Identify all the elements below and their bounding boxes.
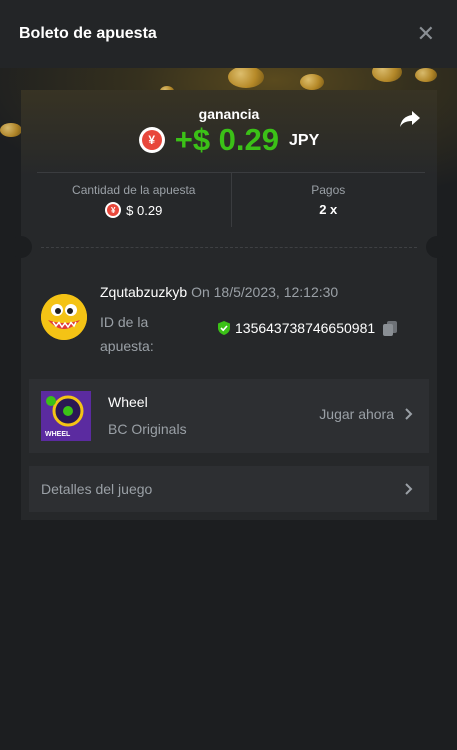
bet-stats: Cantidad de la apuesta ¥ $ 0.29 Pagos 2 … xyxy=(37,172,425,227)
close-icon[interactable]: ✕ xyxy=(417,23,435,45)
payout-stat: Pagos 2 x xyxy=(230,173,426,227)
bet-id-row: 135643738746650981 xyxy=(217,320,398,336)
avatar xyxy=(41,294,87,340)
ticket-notch-left xyxy=(10,236,32,258)
play-now-label: Jugar ahora xyxy=(319,406,394,422)
header-bar: Boleto de apuesta ✕ xyxy=(0,0,457,68)
game-thumb-label: WHEEL xyxy=(45,431,71,438)
username[interactable]: Zqutabzuzkyb xyxy=(100,284,187,300)
payout-value: 2 x xyxy=(319,202,338,217)
page-title: Boleto de apuesta xyxy=(19,25,157,42)
game-provider: BC Originals xyxy=(108,421,187,437)
profit-section: ganancia ¥ +$ 0.29 JPY Cantidad de la ap… xyxy=(21,90,437,248)
profit-row: ¥ +$ 0.29 JPY xyxy=(21,122,437,158)
bet-slip-card: ganancia ¥ +$ 0.29 JPY Cantidad de la ap… xyxy=(10,90,448,520)
game-details-label: Detalles del juego xyxy=(41,481,153,497)
yen-icon: ¥ xyxy=(105,202,122,218)
dashed-divider xyxy=(41,247,417,248)
bet-datetime: On 18/5/2023, 12:12:30 xyxy=(191,284,339,300)
verified-shield-icon xyxy=(218,321,230,335)
payout-label: Pagos xyxy=(311,183,346,197)
bet-user-line: Zqutabzuzkyb On 18/5/2023, 12:12:30 xyxy=(100,284,338,300)
copy-icon[interactable] xyxy=(382,320,398,336)
bet-info: Zqutabzuzkyb On 18/5/2023, 12:12:30 ID d… xyxy=(41,280,421,360)
profit-currency: JPY xyxy=(289,132,320,149)
ticket-notch-right xyxy=(426,236,448,258)
bet-amount-stat: Cantidad de la apuesta ¥ $ 0.29 xyxy=(37,173,231,227)
play-now-button[interactable]: Jugar ahora xyxy=(319,406,413,422)
game-card[interactable]: WHEEL Wheel BC Originals Jugar ahora xyxy=(29,379,429,453)
profit-label: ganancia xyxy=(198,106,260,122)
share-icon[interactable] xyxy=(399,110,421,128)
chevron-right-icon xyxy=(405,408,413,420)
bet-id-label: ID de la apuesta: xyxy=(100,314,154,354)
bet-amount-value: $ 0.29 xyxy=(126,202,163,218)
yen-icon: ¥ xyxy=(138,127,165,153)
chevron-right-icon xyxy=(405,483,413,495)
game-thumbnail: WHEEL xyxy=(41,391,91,441)
bet-amount-label: Cantidad de la apuesta xyxy=(72,183,196,197)
bet-id-value: 135643738746650981 xyxy=(235,320,376,336)
profit-amount: +$ 0.29 xyxy=(174,122,280,157)
game-name: Wheel xyxy=(108,394,148,410)
game-details-row[interactable]: Detalles del juego xyxy=(29,466,429,512)
